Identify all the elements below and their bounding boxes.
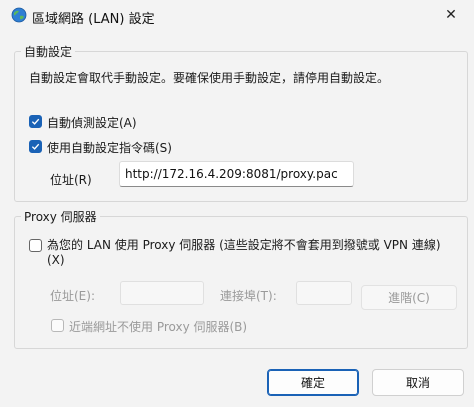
checkmark-icon xyxy=(31,143,40,150)
cancel-button[interactable]: 取消 xyxy=(372,369,464,396)
use-proxy-checkbox[interactable] xyxy=(29,239,42,252)
ok-button-label: 確定 xyxy=(300,376,325,390)
title-bar[interactable]: 區域網路 (LAN) 設定 ✕ xyxy=(0,0,474,36)
advanced-button[interactable]: 進階(C) xyxy=(361,285,457,310)
lan-settings-dialog: 區域網路 (LAN) 設定 ✕ 自動設定 自動設定會取代手動設定。要確保使用手動… xyxy=(0,0,474,407)
script-address-input[interactable]: http://172.16.4.209:8081/proxy.pac xyxy=(119,161,354,187)
proxy-server-group-title: Proxy 伺服器 xyxy=(21,208,100,225)
use-proxy-label-line1: 為您的 LAN 使用 Proxy 伺服器 (這些設定將不會套用到撥號或 VPN … xyxy=(47,238,441,252)
use-proxy-label-line2: (X) xyxy=(47,253,65,267)
use-proxy-label: 為您的 LAN 使用 Proxy 伺服器 (這些設定將不會套用到撥號或 VPN … xyxy=(47,238,441,268)
proxy-port-input[interactable] xyxy=(296,281,352,305)
globe-network-icon xyxy=(11,7,27,23)
checkmark-icon xyxy=(31,118,40,125)
auto-config-description: 自動設定會取代手動設定。要確保使用手動設定，請停用自動設定。 xyxy=(29,71,390,85)
bypass-local-checkbox-row[interactable]: 近端網址不使用 Proxy 伺服器(B) xyxy=(51,318,247,335)
proxy-port-label: 連接埠(T): xyxy=(220,289,277,303)
bypass-local-label: 近端網址不使用 Proxy 伺服器(B) xyxy=(69,320,248,334)
auto-detect-label: 自動偵測設定(A) xyxy=(47,116,137,130)
auto-detect-checkbox[interactable] xyxy=(29,115,42,128)
cancel-button-label: 取消 xyxy=(405,376,430,390)
use-proxy-checkbox-row[interactable]: 為您的 LAN 使用 Proxy 伺服器 (這些設定將不會套用到撥號或 VPN … xyxy=(29,238,441,268)
close-button[interactable]: ✕ xyxy=(428,0,474,30)
auto-config-group-title: 自動設定 xyxy=(21,43,76,60)
auto-detect-checkbox-row[interactable]: 自動偵測設定(A) xyxy=(29,114,137,131)
bypass-local-checkbox[interactable] xyxy=(51,319,64,332)
proxy-address-input[interactable] xyxy=(120,281,204,305)
window-title: 區域網路 (LAN) 設定 xyxy=(32,12,155,27)
proxy-address-label: 位址(E): xyxy=(50,289,95,303)
use-script-checkbox[interactable] xyxy=(29,140,42,153)
use-script-checkbox-row[interactable]: 使用自動設定指令碼(S) xyxy=(29,139,172,156)
use-script-label: 使用自動設定指令碼(S) xyxy=(47,141,172,155)
ok-button[interactable]: 確定 xyxy=(267,369,359,396)
close-icon: ✕ xyxy=(445,7,457,23)
script-address-label: 位址(R) xyxy=(50,173,92,187)
advanced-button-label: 進階(C) xyxy=(388,291,430,305)
